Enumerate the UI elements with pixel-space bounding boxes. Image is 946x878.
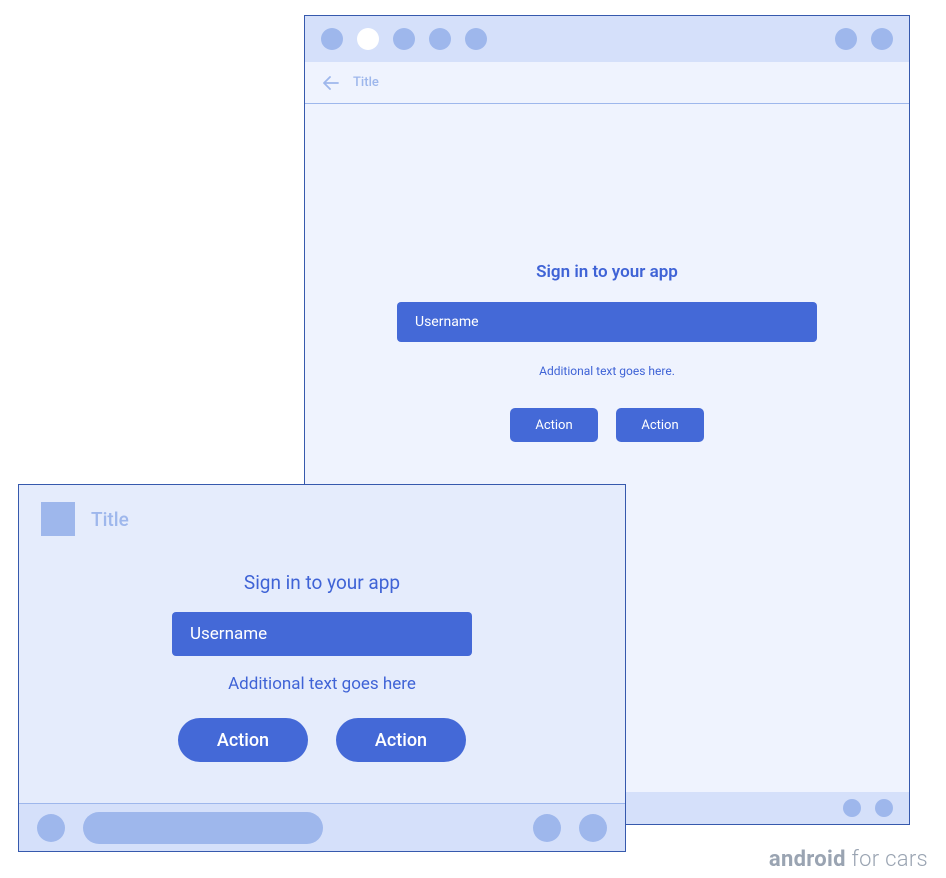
additional-text: Additional text goes here [228,674,416,694]
status-dot-active-icon [357,28,379,50]
back-arrow-icon[interactable] [323,75,339,91]
status-dot-icon [321,28,343,50]
page-title: Title [91,508,129,531]
action-button-2[interactable]: Action [336,718,466,762]
nav-dot-icon[interactable] [37,814,65,842]
status-dot-icon [875,799,893,817]
signin-panel: Sign in to your app Username Additional … [19,553,625,762]
status-dot-icon [393,28,415,50]
page-title: Title [353,75,379,90]
username-field[interactable]: Username [172,612,472,656]
nav-bar [19,803,625,851]
status-dot-icon [465,28,487,50]
action-button-row: Action Action [510,408,704,442]
app-header: Title [19,485,625,553]
app-header: Title [305,62,909,104]
action-button-1[interactable]: Action [510,408,598,442]
brand-thin: for cars [846,847,928,872]
status-dot-icon [835,28,857,50]
action-button-label: Action [641,418,678,433]
brand-footer: android for cars [769,847,928,872]
status-dot-icon [871,28,893,50]
status-bar-top [305,16,909,62]
additional-text: Additional text goes here. [539,364,675,378]
username-placeholder-text: Username [415,314,479,330]
action-button-1[interactable]: Action [178,718,308,762]
nav-dot-icon[interactable] [533,814,561,842]
status-dot-icon [843,799,861,817]
action-button-2[interactable]: Action [616,408,704,442]
username-field[interactable]: Username [397,302,817,342]
signin-panel: Sign in to your app Username Additional … [305,104,909,442]
nav-pill-icon[interactable] [83,812,323,844]
small-device-mockup: Title Sign in to your app Username Addit… [18,484,626,852]
signin-heading: Sign in to your app [536,262,678,282]
action-button-label: Action [535,418,572,433]
brand-bold: android [769,847,846,872]
username-placeholder-text: Username [190,624,267,644]
action-button-label: Action [375,730,427,751]
action-button-label: Action [217,730,269,751]
signin-heading: Sign in to your app [244,571,400,594]
nav-dot-icon[interactable] [579,814,607,842]
action-button-row: Action Action [178,718,466,762]
app-icon-placeholder [41,502,75,536]
status-dot-icon [429,28,451,50]
